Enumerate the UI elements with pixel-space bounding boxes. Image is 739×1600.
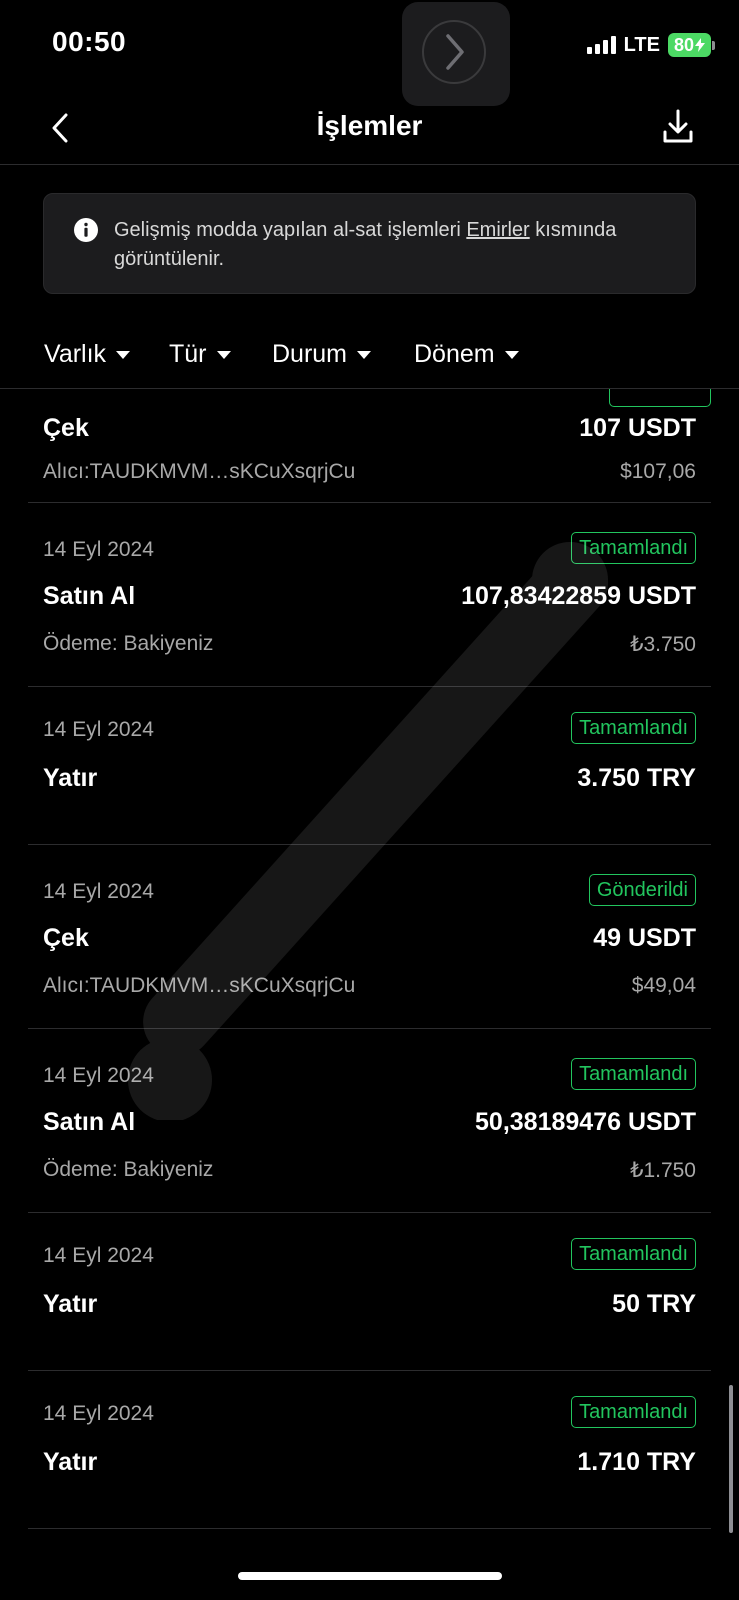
transaction-date: 14 Eyl 2024: [43, 1244, 154, 1267]
status-badge: Tamamlandı: [571, 1396, 696, 1428]
transaction-value: ₺1.750: [630, 1159, 696, 1182]
transaction-type: Yatır: [43, 1448, 98, 1476]
transaction-amount: 107 USDT: [579, 414, 696, 442]
navigation-bar: İşlemler: [0, 92, 739, 165]
transaction-list[interactable]: Çek 107 USDT Alıcı:TAUDKMVM…sKCuXsqrjCu …: [0, 389, 739, 1549]
transaction-value: $49,04: [631, 974, 696, 997]
floating-forward-button[interactable]: [402, 2, 510, 106]
filter-asset[interactable]: Varlık: [44, 340, 131, 369]
transaction-type: Çek: [43, 924, 89, 952]
transaction-recipient: Alıcı:TAUDKMVM…sKCuXsqrjCu: [43, 460, 356, 483]
status-badge: Tamamlandı: [571, 1058, 696, 1090]
charging-bolt-icon: [695, 38, 705, 52]
filter-type[interactable]: Tür: [169, 340, 231, 369]
info-text: Gelişmiş modda yapılan al-sat işlemleri …: [114, 216, 674, 274]
transaction-item[interactable]: 14 Eyl 2024 Tamamlandı Yatır 1.710 TRY: [28, 1370, 711, 1529]
transaction-type: Yatır: [43, 764, 98, 792]
transaction-type: Yatır: [43, 1290, 98, 1318]
scrollbar[interactable]: [729, 1385, 733, 1533]
transaction-payment: Ödeme: Bakiyeniz: [43, 1158, 214, 1181]
transaction-date: 14 Eyl 2024: [43, 880, 154, 903]
transaction-item[interactable]: 14 Eyl 2024 Gönderildi Çek 49 USDT Alıcı…: [28, 844, 711, 1029]
filter-status-label: Durum: [272, 340, 348, 368]
status-badge: Tamamlandı: [571, 712, 696, 744]
filter-period-label: Dönem: [414, 340, 495, 368]
transaction-item[interactable]: Çek 107 USDT Alıcı:TAUDKMVM…sKCuXsqrjCu …: [28, 389, 711, 503]
filter-status[interactable]: Durum: [272, 340, 372, 369]
download-icon[interactable]: [661, 108, 695, 146]
filter-type-label: Tür: [169, 340, 207, 368]
status-badge: [609, 389, 711, 407]
filter-bar: Varlık Tür Durum Dönem: [0, 330, 739, 389]
status-bar: 00:50 LTE 80: [0, 0, 739, 106]
status-badge: Gönderildi: [588, 874, 696, 906]
transaction-item[interactable]: 14 Eyl 2024 Tamamlandı Yatır 50 TRY: [28, 1212, 711, 1371]
transaction-value: $107,06: [620, 460, 696, 483]
transaction-item[interactable]: 14 Eyl 2024 Tamamlandı Satın Al 107,8342…: [28, 502, 711, 687]
caret-down-icon: [357, 350, 372, 359]
info-banner: Gelişmiş modda yapılan al-sat işlemleri …: [43, 193, 696, 294]
transaction-payment: Ödeme: Bakiyeniz: [43, 632, 214, 655]
filter-asset-label: Varlık: [44, 340, 107, 368]
transaction-amount: 49 USDT: [593, 924, 696, 952]
info-text-start: Gelişmiş modda yapılan al-sat işlemleri: [114, 219, 467, 241]
transaction-type: Satın Al: [43, 1108, 136, 1136]
transaction-amount: 1.710 TRY: [577, 1448, 696, 1476]
info-icon: [74, 218, 98, 242]
caret-down-icon: [504, 350, 519, 359]
caret-down-icon: [116, 350, 131, 359]
transaction-date: 14 Eyl 2024: [43, 538, 154, 561]
transaction-type: Çek: [43, 414, 89, 442]
orders-link[interactable]: Emirler: [466, 219, 529, 241]
battery-icon: 80: [667, 33, 715, 57]
transaction-amount: 3.750 TRY: [577, 764, 696, 792]
network-label: LTE: [623, 33, 660, 56]
transaction-date: 14 Eyl 2024: [43, 1402, 154, 1425]
transaction-amount: 50 TRY: [612, 1290, 696, 1318]
battery-level: 80: [673, 34, 694, 55]
transaction-type: Satın Al: [43, 582, 136, 610]
transaction-date: 14 Eyl 2024: [43, 718, 154, 741]
status-badge: Tamamlandı: [571, 1238, 696, 1270]
transaction-item[interactable]: 14 Eyl 2024 Tamamlandı Satın Al 50,38189…: [28, 1028, 711, 1213]
transaction-amount: 107,83422859 USDT: [461, 582, 696, 610]
transaction-recipient: Alıcı:TAUDKMVM…sKCuXsqrjCu: [43, 974, 356, 997]
chevron-right-icon: [446, 34, 464, 70]
transaction-amount: 50,38189476 USDT: [475, 1108, 696, 1136]
caret-down-icon: [216, 350, 231, 359]
forward-circle: [422, 20, 486, 84]
transaction-item[interactable]: 14 Eyl 2024 Tamamlandı Yatır 3.750 TRY: [28, 686, 711, 845]
home-indicator[interactable]: [238, 1572, 502, 1580]
transaction-value: ₺3.750: [630, 633, 696, 656]
status-time: 00:50: [52, 26, 127, 57]
signal-icon: [586, 36, 616, 54]
transaction-date: 14 Eyl 2024: [43, 1064, 154, 1087]
filter-period[interactable]: Dönem: [414, 340, 519, 369]
status-badge: Tamamlandı: [571, 532, 696, 564]
page-title: İşlemler: [316, 110, 423, 141]
